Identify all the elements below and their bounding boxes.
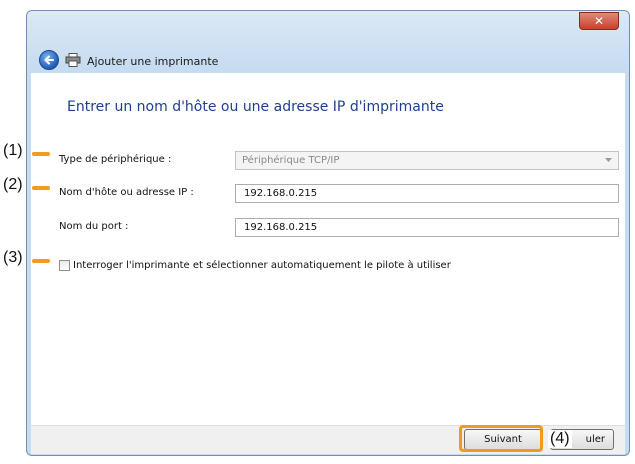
back-button[interactable]: [39, 50, 59, 70]
callout-1: (1): [3, 142, 23, 159]
query-printer-checkbox[interactable]: [59, 260, 70, 271]
close-button[interactable]: ✕: [579, 12, 619, 30]
callout-3: (3): [3, 249, 23, 266]
callout-4: (4): [548, 430, 572, 448]
hostname-input[interactable]: 192.168.0.215: [235, 184, 619, 203]
callout-2: (2): [3, 176, 23, 193]
wizard-content: Entrer un nom d'hôte ou une adresse IP d…: [31, 73, 625, 425]
chevron-down-icon: [605, 158, 612, 162]
callout-3-line: [32, 259, 50, 263]
port-name-label: Nom du port :: [59, 221, 129, 232]
device-type-select: Périphérique TCP/IP: [235, 151, 619, 170]
hostname-label: Nom d'hôte ou adresse IP :: [59, 187, 194, 198]
callout-2-line: [32, 186, 50, 190]
query-printer-label[interactable]: Interroger l'imprimante et sélectionner …: [73, 260, 451, 271]
device-type-label: Type de périphérique :: [59, 154, 172, 165]
device-type-value: Périphérique TCP/IP: [242, 155, 340, 166]
port-name-input[interactable]: 192.168.0.215: [235, 218, 619, 237]
callout-1-line: [32, 152, 50, 156]
back-arrow-icon: [44, 55, 54, 65]
printer-icon: [65, 53, 81, 67]
close-icon: ✕: [593, 14, 605, 28]
add-printer-window: ✕ Ajouter une imprimante Entrer un nom d…: [26, 10, 630, 456]
window-title: Ajouter une imprimante: [87, 55, 219, 68]
next-button-highlight: [459, 425, 543, 452]
page-heading: Entrer un nom d'hôte ou une adresse IP d…: [67, 99, 444, 115]
